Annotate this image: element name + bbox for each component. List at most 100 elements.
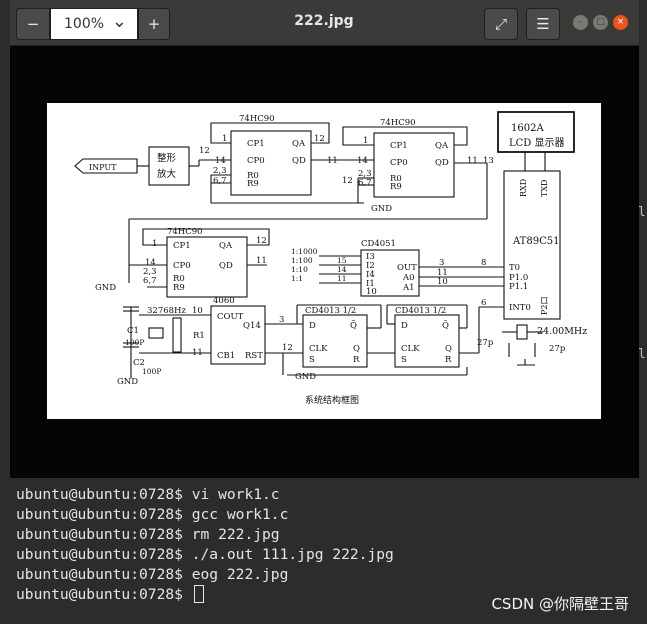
ratio-label: 1:1 xyxy=(291,274,303,283)
pin-number: 8 xyxy=(481,258,486,268)
pin-s: S xyxy=(309,355,315,365)
zoom-in-button[interactable]: + xyxy=(138,8,170,40)
label-u2: 74HC90 xyxy=(380,118,416,128)
pin-number: 14 xyxy=(337,265,347,274)
pin-q: Q xyxy=(353,344,360,354)
pin-number: 3 xyxy=(439,258,444,268)
label-u3: 74HC90 xyxy=(167,227,203,237)
label-gnd: GND xyxy=(95,283,116,293)
label-txd: TXD xyxy=(540,180,549,197)
menu-button[interactable]: ☰ xyxy=(526,8,560,40)
minimize-icon: – xyxy=(578,17,583,27)
plus-icon: + xyxy=(147,15,161,33)
pin-number: 11 xyxy=(337,274,347,283)
zoom-level-value: 100% xyxy=(64,16,105,32)
maximize-icon: □ xyxy=(596,17,605,27)
terminal-output[interactable]: ubuntu@ubuntu:0728$ vi work1.c ubuntu@ub… xyxy=(16,485,636,605)
pin-number: 11 xyxy=(327,156,338,166)
label-xtal: 32768Hz xyxy=(147,306,186,316)
pin-d: D xyxy=(401,321,408,331)
label-c2-value: 100P xyxy=(142,367,161,376)
label-gnd: GND xyxy=(117,377,138,387)
label-cd4051: CD4051 xyxy=(361,239,396,249)
ratio-label: 1:1000 xyxy=(291,247,318,256)
pin-int0: INT0 xyxy=(509,303,531,313)
hamburger-menu-icon: ☰ xyxy=(536,15,550,33)
displayed-image: INPUT 整形 放大 74HC90 74HC90 74HC90 CP1 CP0… xyxy=(47,103,601,419)
label-r1: R1 xyxy=(193,331,205,341)
pin-number: 12 xyxy=(256,236,267,246)
label-p2: P2口 xyxy=(540,297,549,315)
pin-number: 6,7 xyxy=(358,178,372,188)
pin-number: 12 xyxy=(314,134,325,144)
pin-q14: Q14 xyxy=(243,321,261,331)
terminal-line: ubuntu@ubuntu:0728$ ./a.out 111.jpg 222.… xyxy=(16,546,394,563)
crystal-24mhz xyxy=(516,324,528,340)
minus-icon: − xyxy=(26,15,40,33)
minimize-button[interactable]: – xyxy=(573,15,588,30)
close-button[interactable]: × xyxy=(613,15,628,30)
pin-qa: QA xyxy=(435,141,449,151)
pin-r: R xyxy=(353,355,360,365)
pin-out: OUT xyxy=(397,263,417,273)
circuit-schematic: INPUT 整形 放大 74HC90 74HC90 74HC90 CP1 CP0… xyxy=(74,111,587,406)
pin-qbar: Q̄ xyxy=(442,319,449,331)
pin-number: 10 xyxy=(437,277,448,287)
pin-p11: P1.1 xyxy=(509,282,528,292)
label-ff2: CD4013 1/2 xyxy=(395,306,446,316)
label-27p: 27p xyxy=(549,344,566,354)
pin-number: 11 xyxy=(192,348,203,358)
label-amp: 放大 xyxy=(157,168,177,180)
ratio-label: 1:10 xyxy=(291,265,308,274)
maximize-button[interactable]: □ xyxy=(593,15,608,30)
label-c1-value: 100P xyxy=(125,338,144,347)
zoom-level-dropdown[interactable]: 100% ⌄ xyxy=(50,8,138,40)
label-gnd: GND xyxy=(295,372,316,382)
pin-number: 13 xyxy=(483,156,494,166)
label-gnd: GND xyxy=(371,204,392,214)
pin-qbar: Q̄ xyxy=(350,319,357,331)
pin-number: 12 xyxy=(342,176,353,186)
pin-cp0: CP0 xyxy=(390,158,408,168)
pin-qd: QD xyxy=(435,158,449,168)
zoom-out-button[interactable]: − xyxy=(16,8,50,40)
pin-cb1: CB1 xyxy=(217,351,235,361)
close-icon: × xyxy=(616,17,625,27)
pin-r: R xyxy=(445,355,452,365)
terminal-cursor xyxy=(193,585,204,603)
label-shaper: 整形 xyxy=(157,152,177,164)
pin-number: 11 xyxy=(256,256,267,266)
pin-cp1: CP1 xyxy=(173,241,191,251)
pin-q: Q xyxy=(445,344,452,354)
pin-number: 11 xyxy=(467,156,478,166)
pin-cp0: CP0 xyxy=(247,156,265,166)
label-4060: 4060 xyxy=(213,296,235,306)
label-ff1: CD4013 1/2 xyxy=(305,306,356,316)
pin-r9: R9 xyxy=(173,283,185,293)
pin-a0: A0 xyxy=(402,273,415,283)
label-lcd-model: 1602A xyxy=(511,123,544,134)
pin-d: D xyxy=(309,321,316,331)
label-freq: 24.00MHz xyxy=(537,326,587,337)
pin-number: 1 xyxy=(363,136,368,146)
pin-number: 6,7 xyxy=(213,176,227,186)
pin-qa: QA xyxy=(219,241,233,251)
label-u1: 74HC90 xyxy=(239,114,275,124)
pin-number: 3 xyxy=(279,315,284,325)
pin-clk: CLK xyxy=(309,344,328,354)
pin-number: 12 xyxy=(199,146,210,156)
pin-cp1: CP1 xyxy=(247,139,265,149)
terminal-line: ubuntu@ubuntu:0728$ rm 222.jpg xyxy=(16,526,280,543)
pin-number: 6 xyxy=(481,298,486,308)
label-27p: 27p xyxy=(477,338,494,348)
ratio-label: 1:100 xyxy=(291,256,313,265)
pin-number: 14 xyxy=(215,156,226,166)
chevron-down-icon: ⌄ xyxy=(111,11,127,32)
terminal-prompt: ubuntu@ubuntu:0728$ xyxy=(16,586,192,603)
pin-cp1: CP1 xyxy=(390,141,408,151)
pin-cp0: CP0 xyxy=(173,261,191,271)
label-mcu: AT89C51 xyxy=(512,236,559,247)
fullscreen-button[interactable]: ⤢ xyxy=(484,8,518,40)
label-rxd: RXD xyxy=(519,179,528,197)
pin-number: 14 xyxy=(357,156,368,166)
